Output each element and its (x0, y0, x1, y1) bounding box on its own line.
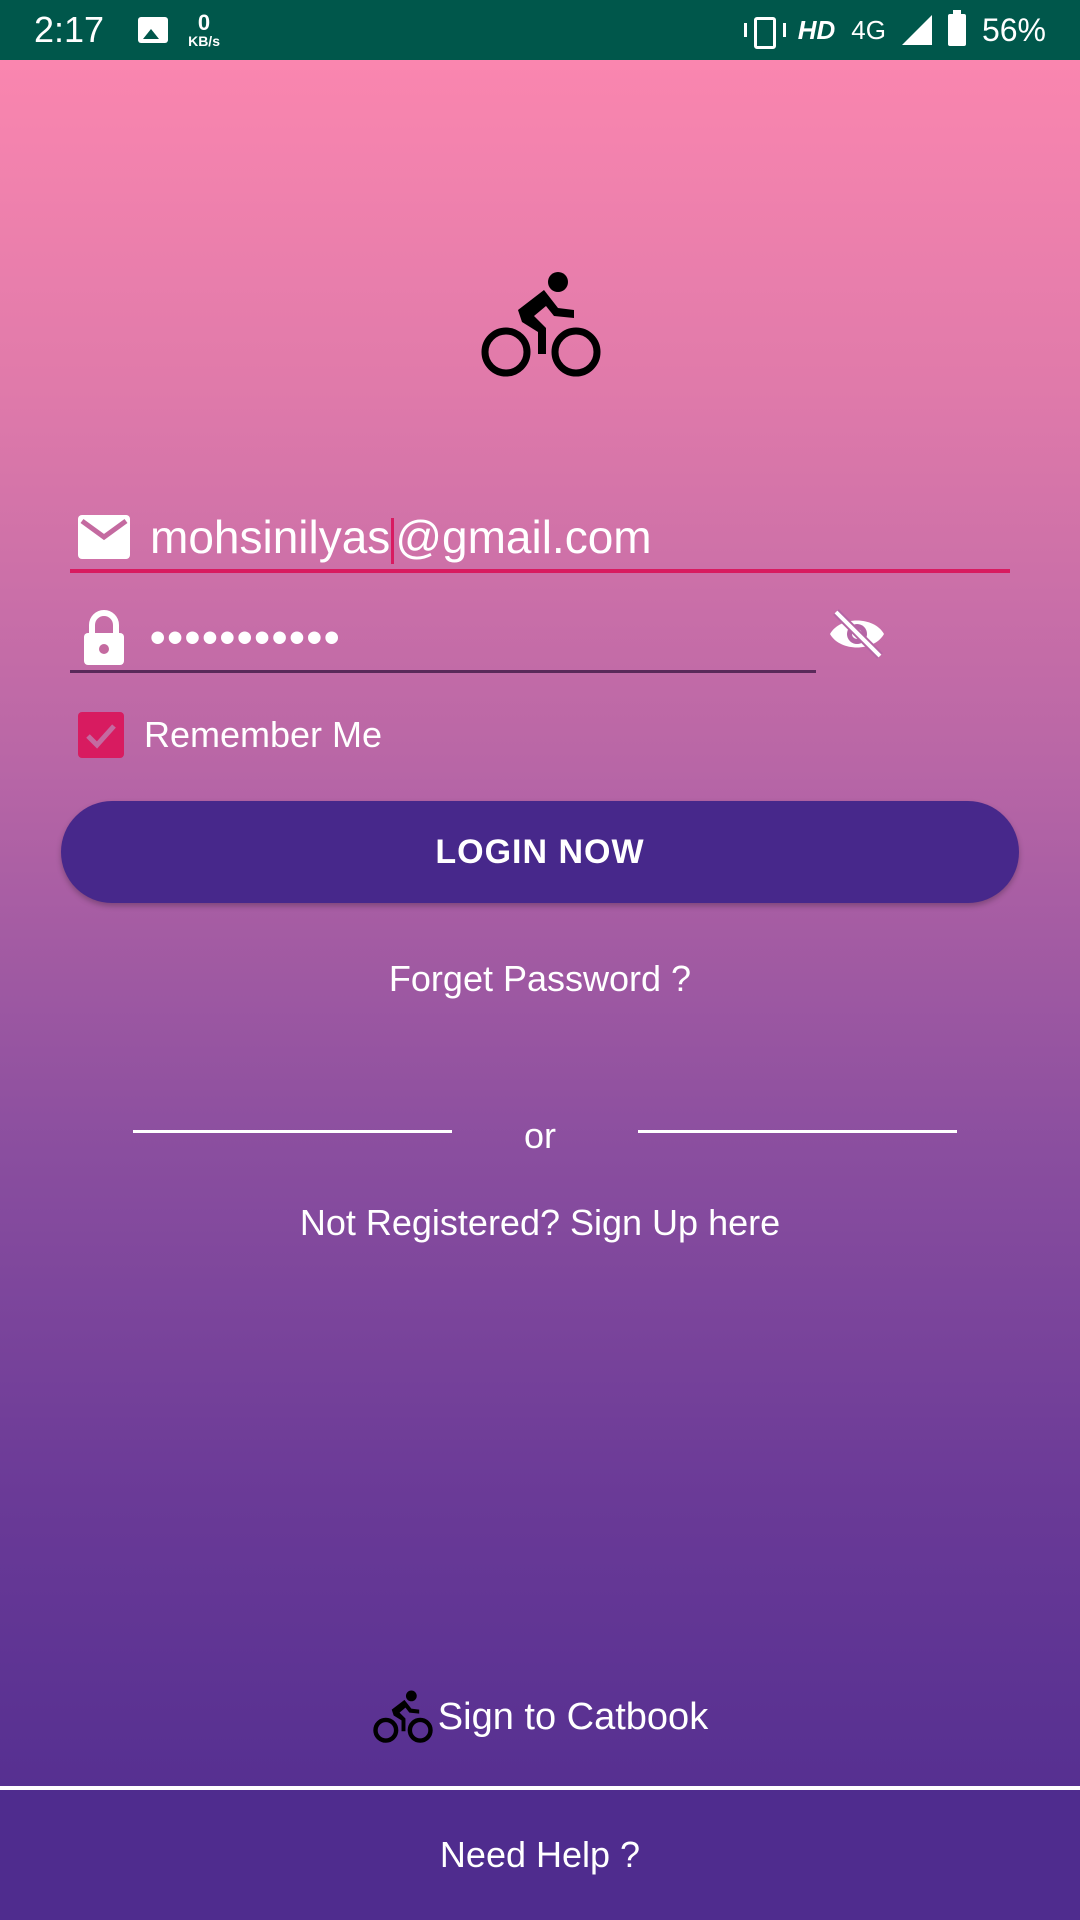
email-input[interactable]: mohsinilyas @gmail.com (150, 510, 652, 564)
network-type: 4G (851, 14, 886, 45)
battery-icon (947, 10, 966, 46)
text-caret (391, 517, 395, 564)
status-right: HD 4G 56% (742, 10, 1046, 49)
battery-percent: 56% (981, 11, 1046, 48)
divider-left (133, 1130, 452, 1133)
bike-logo-icon (481, 272, 601, 377)
password-input[interactable]: ••••••••••• (150, 613, 341, 663)
vibrate-icon (742, 15, 786, 49)
signal-icon (901, 15, 932, 45)
email-icon (78, 515, 130, 559)
remember-me[interactable]: Remember Me (78, 712, 382, 758)
email-text-end: @gmail.com (395, 511, 652, 563)
remember-checkbox[interactable] (78, 712, 124, 758)
data-speed-value: 0 (197, 10, 211, 35)
email-text-start: mohsinilyas (150, 511, 391, 563)
footer: Need Help ? (0, 1790, 1080, 1920)
remember-label: Remember Me (144, 714, 383, 755)
visibility-off-icon[interactable] (826, 608, 888, 660)
password-field[interactable]: ••••••••••• (70, 605, 816, 673)
bike-icon (373, 1690, 433, 1743)
need-help-link[interactable]: Need Help ? (440, 1834, 640, 1876)
data-speed: 0 KB/s (188, 10, 220, 49)
status-bar: 2:17 0 KB/s HD 4G 56% (0, 0, 1080, 60)
data-speed-unit: KB/s (188, 33, 220, 49)
signup-link[interactable]: Not Registered? Sign Up here (0, 1202, 1080, 1244)
hd-indicator: HD (797, 14, 836, 45)
email-field[interactable]: mohsinilyas @gmail.com (70, 505, 1010, 573)
status-time: 2:17 (34, 9, 105, 50)
or-separator: or (523, 1115, 556, 1156)
forgot-password-link[interactable]: Forget Password ? (0, 958, 1080, 1000)
divider-right (638, 1130, 957, 1133)
brand-row: Sign to Catbook (0, 1690, 1080, 1744)
login-button[interactable]: LOGIN NOW (61, 801, 1019, 903)
check-icon (86, 724, 116, 749)
lock-icon (84, 609, 124, 665)
gallery-icon (138, 17, 169, 43)
brand-label: Sign to Catbook (437, 1695, 709, 1738)
